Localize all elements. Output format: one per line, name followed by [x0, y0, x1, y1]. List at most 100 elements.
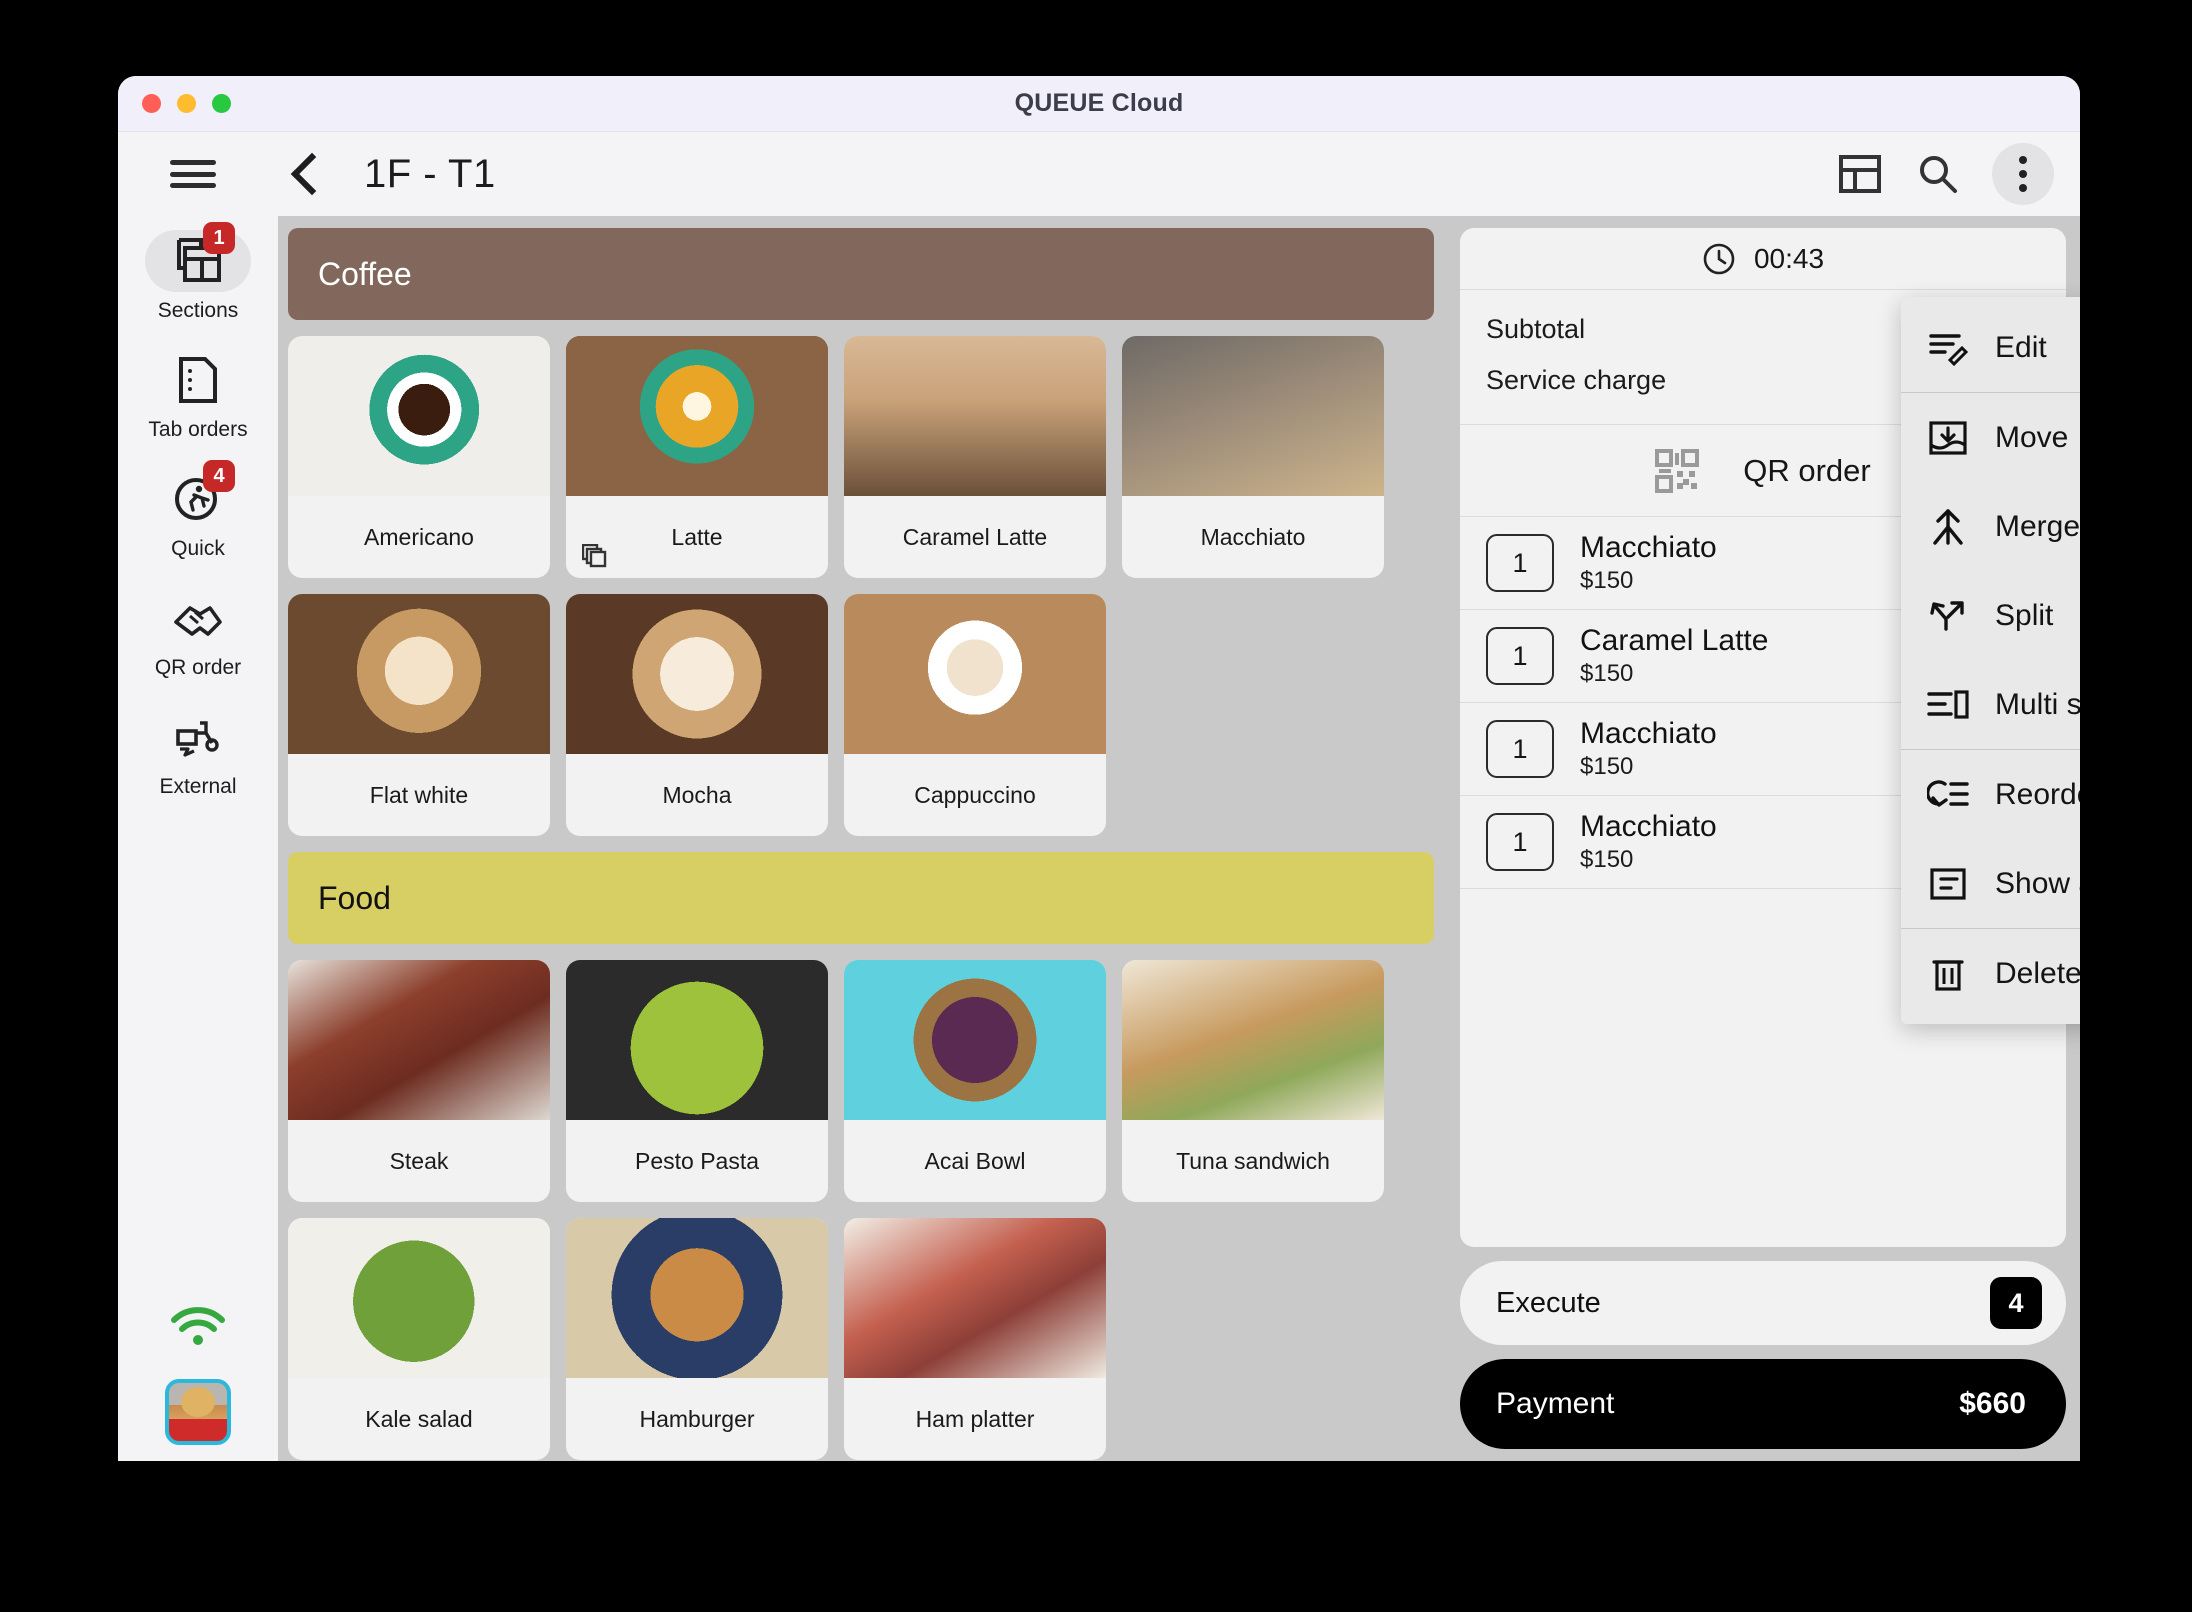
line-item-qty[interactable]: 1 — [1486, 813, 1554, 871]
line-item-text: Macchiato $150 — [1580, 717, 1717, 781]
move-icon — [1927, 417, 1969, 459]
execute-count-badge: 4 — [1990, 1277, 2042, 1329]
menu-item-label: Edit — [1995, 330, 2047, 364]
sidebar-badge-sections: 1 — [203, 222, 235, 254]
menu-item-edit[interactable]: Edit — [1901, 303, 2080, 392]
qr-code-icon — [1655, 448, 1700, 493]
product-label: Tuna sandwich — [1176, 1147, 1330, 1174]
product-image — [844, 960, 1106, 1120]
menu-item-label: Show activities — [1995, 866, 2080, 900]
payment-label: Payment — [1496, 1387, 1615, 1420]
product-label: Ham platter — [915, 1405, 1035, 1432]
order-timer: 00:43 — [1460, 228, 2066, 290]
runner-icon: 4 — [145, 460, 251, 530]
sidebar-item-sections[interactable]: 1 Sections — [118, 222, 278, 323]
product-image — [566, 594, 828, 754]
line-item-qty[interactable]: 1 — [1486, 720, 1554, 778]
sidebar-item-quick[interactable]: 4 Quick — [118, 460, 278, 561]
section-title: Food — [318, 879, 391, 916]
menu-item-label: Split — [1995, 598, 2054, 632]
line-item-text: Macchiato $150 — [1580, 531, 1717, 595]
menu-item-delete[interactable]: Delete — [1901, 929, 2080, 1018]
product-card[interactable]: Kale salad — [288, 1218, 550, 1460]
clock-icon — [1702, 242, 1736, 276]
menu-item-multi-split[interactable]: Multi split — [1901, 660, 2080, 749]
line-item-name: Macchiato — [1580, 717, 1717, 750]
product-image — [566, 336, 828, 496]
edit-icon — [1927, 327, 1969, 369]
handshake-icon — [145, 587, 251, 649]
product-label: Pesto Pasta — [634, 1147, 760, 1174]
multi-split-icon — [1927, 684, 1969, 726]
qr-order-label: QR order — [1743, 452, 1871, 488]
product-label: Hamburger — [639, 1405, 755, 1432]
order-timer-value: 00:43 — [1753, 242, 1825, 274]
line-item-name: Macchiato — [1580, 531, 1717, 564]
product-image — [288, 960, 550, 1120]
product-card[interactable]: Macchiato — [1122, 336, 1384, 578]
product-label: Mocha — [662, 781, 732, 808]
product-image — [288, 336, 550, 496]
back-chevron-icon[interactable] — [288, 152, 322, 196]
menu-item-merge[interactable]: Merge — [1901, 482, 2080, 571]
menu-item-show-activities[interactable]: Show activities — [1901, 839, 2080, 928]
section-header-coffee[interactable]: Coffee — [288, 228, 1434, 320]
app-window: QUEUE Cloud 1F - T1 1 Sections Tab order… — [118, 76, 2080, 1461]
execute-button[interactable]: Execute 4 — [1460, 1261, 2066, 1345]
wifi-icon — [168, 1305, 228, 1349]
product-image — [844, 336, 1106, 496]
section-title: Coffee — [318, 255, 412, 292]
line-item-price: $150 — [1580, 846, 1634, 873]
product-card[interactable]: Ham platter — [844, 1218, 1106, 1460]
product-card[interactable]: Tuna sandwich — [1122, 960, 1384, 1202]
menu-item-label: Multi split — [1995, 687, 2080, 721]
product-card[interactable]: Caramel Latte — [844, 336, 1106, 578]
search-icon[interactable] — [1914, 150, 1962, 198]
sidebar-item-qr-order[interactable]: QR order — [118, 587, 278, 680]
layout-icon[interactable] — [1836, 150, 1884, 198]
product-label: Steak — [389, 1147, 449, 1174]
merge-icon — [1927, 506, 1969, 548]
header-actions — [1836, 143, 2054, 205]
user-avatar[interactable] — [165, 1379, 231, 1445]
product-label: Caramel Latte — [902, 523, 1048, 550]
product-grid-food: Steak Pesto Pasta Acai Bowl Tuna sandwic… — [288, 960, 1434, 1460]
line-item-price: $150 — [1580, 567, 1634, 594]
product-card[interactable]: Latte — [566, 336, 828, 578]
menu-item-label: Merge — [1995, 509, 2080, 543]
sidebar-item-tab-orders[interactable]: Tab orders — [118, 349, 278, 442]
product-card[interactable]: Steak — [288, 960, 550, 1202]
sidebar-item-label: External — [159, 775, 237, 798]
product-image — [1122, 336, 1384, 496]
menu-item-reorder-cart[interactable]: Reorder cart — [1901, 750, 2080, 839]
reorder-cart-icon — [1927, 774, 1969, 816]
total-label: Service charge — [1486, 365, 1667, 395]
menu-item-move[interactable]: Move — [1901, 393, 2080, 482]
line-item-name: Caramel Latte — [1580, 624, 1769, 657]
line-item-qty[interactable]: 1 — [1486, 627, 1554, 685]
split-icon — [1927, 595, 1969, 637]
menu-item-label: Reorder cart — [1995, 777, 2080, 811]
sidebar: 1 Sections Tab orders 4 Quick QR order E… — [118, 216, 278, 1461]
sidebar-item-external[interactable]: External — [118, 706, 278, 799]
three-dots-vertical-icon[interactable] — [1992, 143, 2054, 205]
app-body: 1 Sections Tab orders 4 Quick QR order E… — [118, 216, 2080, 1461]
product-label: Macchiato — [1200, 523, 1306, 550]
line-item-text: Caramel Latte $150 — [1580, 624, 1768, 688]
hamburger-icon[interactable] — [170, 157, 216, 191]
product-card[interactable]: Acai Bowl — [844, 960, 1106, 1202]
line-item-qty[interactable]: 1 — [1486, 534, 1554, 592]
product-image — [844, 594, 1106, 754]
sidebar-item-label: QR order — [154, 656, 242, 679]
menu-item-split[interactable]: Split — [1901, 571, 2080, 660]
product-card[interactable]: Flat white — [288, 594, 550, 836]
product-card[interactable]: Mocha — [566, 594, 828, 836]
product-card[interactable]: Pesto Pasta — [566, 960, 828, 1202]
product-label: Cappuccino — [914, 781, 1036, 808]
payment-button[interactable]: Payment $660 — [1460, 1359, 2066, 1449]
section-header-food[interactable]: Food — [288, 852, 1434, 944]
product-card[interactable]: Cappuccino — [844, 594, 1106, 836]
product-image — [1122, 960, 1384, 1120]
product-card[interactable]: Hamburger — [566, 1218, 828, 1460]
product-card[interactable]: Americano — [288, 336, 550, 578]
